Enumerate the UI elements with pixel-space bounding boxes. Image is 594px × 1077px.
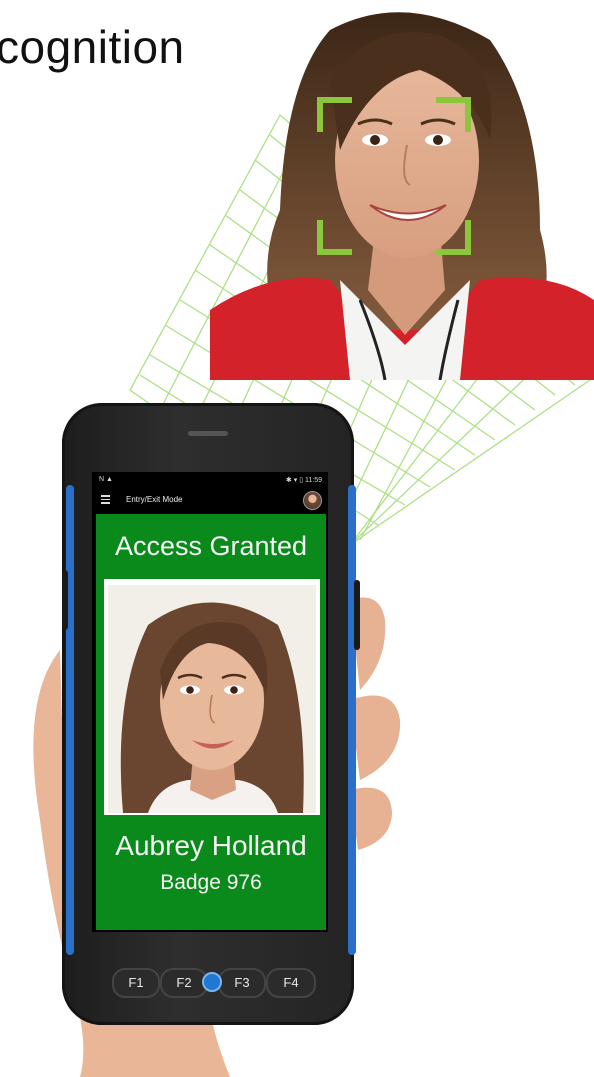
side-button-left[interactable] — [62, 570, 68, 630]
device-bumper-left — [66, 485, 74, 955]
menu-icon[interactable] — [101, 495, 110, 504]
person-name: Aubrey Holland — [115, 830, 307, 861]
function-key-f2[interactable]: F2 — [160, 968, 208, 998]
badge-number: Badge 976 — [160, 871, 262, 894]
scan-button-icon[interactable] — [202, 972, 222, 992]
app-bar: Entry/Exit Mode — [92, 488, 328, 512]
function-key-f4[interactable]: F4 — [266, 968, 316, 998]
side-button-right[interactable] — [354, 580, 360, 650]
function-key-f3[interactable]: F3 — [218, 968, 266, 998]
function-key-f1[interactable]: F1 — [112, 968, 160, 998]
status-left: N ▲ — [99, 476, 113, 483]
user-avatar-icon[interactable] — [303, 491, 322, 510]
earpiece-speaker — [188, 431, 228, 436]
mode-title: Entry/Exit Mode — [126, 495, 183, 504]
access-status-text: Access Granted — [114, 531, 308, 561]
status-bar: N ▲ ✱ ▾ ▯ 11:59 — [92, 472, 328, 488]
matched-person-photo — [108, 585, 316, 813]
status-right: ✱ ▾ ▯ 11:59 — [285, 477, 322, 484]
device-bumper-right — [348, 485, 356, 955]
